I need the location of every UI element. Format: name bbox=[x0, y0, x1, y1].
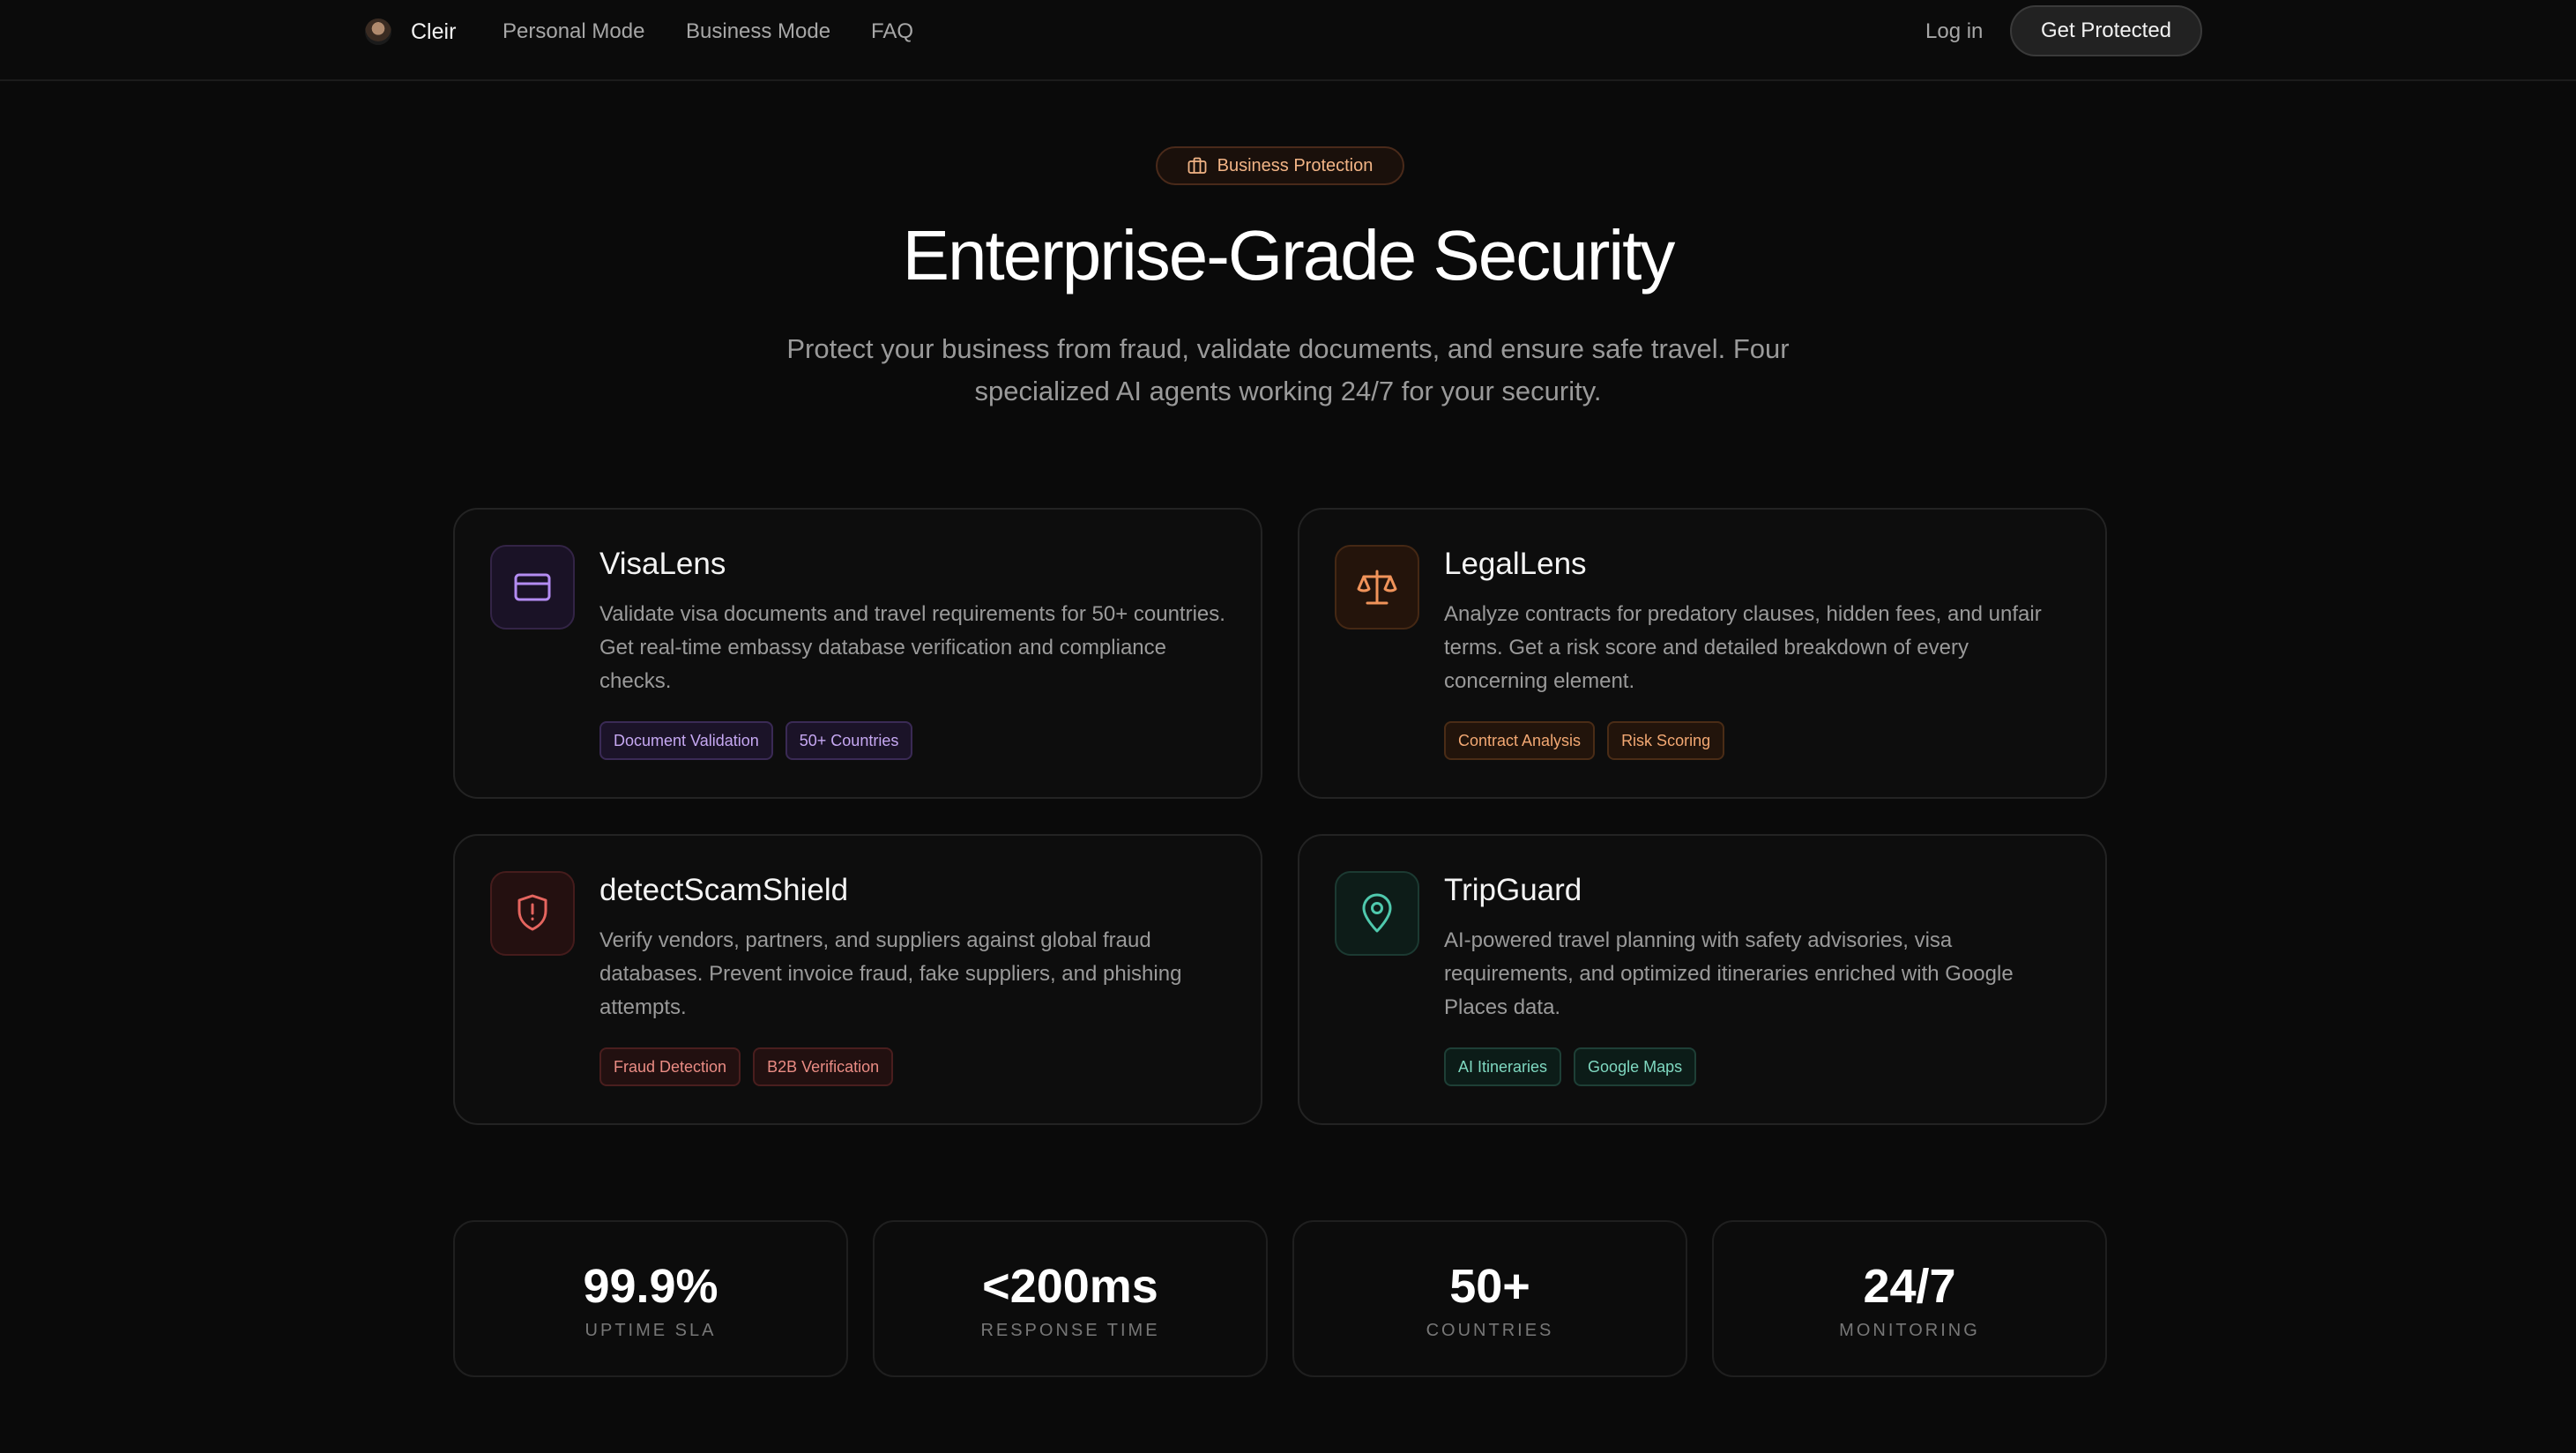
badge-label: Business Protection bbox=[1217, 155, 1374, 175]
credit-card-icon bbox=[514, 573, 551, 601]
card-title: TripGuard bbox=[1444, 873, 1582, 907]
stat-label: UPTIME SLA bbox=[584, 1321, 717, 1340]
brand-avatar bbox=[365, 19, 391, 45]
tag: Document Validation bbox=[599, 721, 773, 760]
briefcase-icon bbox=[1187, 157, 1207, 174]
card-detectscamshield[interactable]: detectScamShield Verify vendors, partner… bbox=[453, 834, 1262, 1125]
get-protected-button[interactable]: Get Protected bbox=[2010, 5, 2202, 56]
card-tags: Contract Analysis Risk Scoring bbox=[1444, 721, 1725, 760]
top-nav: Cleir Personal Mode Business Mode FAQ Lo… bbox=[0, 0, 2576, 81]
card-tripguard[interactable]: TripGuard AI-powered travel planning wit… bbox=[1298, 834, 2107, 1125]
stat-monitoring: 24/7 MONITORING bbox=[1712, 1220, 2107, 1377]
tag: B2B Verification bbox=[753, 1047, 894, 1086]
map-pin-icon bbox=[1362, 893, 1392, 933]
card-tags: Document Validation 50+ Countries bbox=[599, 721, 913, 760]
tag: 50+ Countries bbox=[785, 721, 913, 760]
tag: Fraud Detection bbox=[599, 1047, 741, 1086]
stat-label: COUNTRIES bbox=[1426, 1321, 1554, 1340]
nav-link-business-mode[interactable]: Business Mode bbox=[686, 19, 830, 44]
card-title: VisaLens bbox=[599, 547, 726, 581]
card-description: Analyze contracts for predatory clauses,… bbox=[1444, 602, 2042, 693]
tag: Risk Scoring bbox=[1607, 721, 1725, 760]
login-link[interactable]: Log in bbox=[1925, 19, 1983, 44]
stat-countries: 50+ COUNTRIES bbox=[1292, 1220, 1687, 1377]
tag: Contract Analysis bbox=[1444, 721, 1596, 760]
tag: AI Itineraries bbox=[1444, 1047, 1562, 1086]
stat-value: 50+ bbox=[1449, 1260, 1530, 1313]
tag: Google Maps bbox=[1574, 1047, 1697, 1086]
page-title: Enterprise-Grade Security bbox=[902, 216, 1676, 294]
card-legallens[interactable]: LegalLens Analyze contracts for predator… bbox=[1298, 508, 2107, 799]
brand[interactable]: Cleir bbox=[365, 18, 456, 46]
business-protection-badge: Business Protection bbox=[1156, 146, 1404, 185]
card-title: LegalLens bbox=[1444, 547, 1587, 581]
card-icon-box bbox=[490, 871, 575, 956]
card-description: Verify vendors, partners, and suppliers … bbox=[599, 928, 1182, 1019]
shield-alert-icon bbox=[517, 894, 547, 931]
card-icon-box bbox=[1335, 871, 1419, 956]
page-subtitle: Protect your business from fraud, valida… bbox=[786, 333, 1790, 406]
card-icon-box bbox=[490, 545, 575, 630]
card-icon-box bbox=[1335, 545, 1419, 630]
stat-label: RESPONSE TIME bbox=[980, 1321, 1160, 1340]
card-description: Validate visa documents and travel requi… bbox=[599, 602, 1225, 693]
stat-value: 24/7 bbox=[1863, 1260, 1956, 1313]
card-title: detectScamShield bbox=[599, 873, 849, 907]
stat-value: 99.9% bbox=[583, 1260, 718, 1313]
brand-name: Cleir bbox=[411, 19, 457, 44]
stat-uptime: 99.9% UPTIME SLA bbox=[453, 1220, 848, 1377]
nav-link-personal-mode[interactable]: Personal Mode bbox=[503, 19, 644, 44]
nav-link-faq[interactable]: FAQ bbox=[871, 19, 913, 44]
card-tags: AI Itineraries Google Maps bbox=[1444, 1047, 1697, 1086]
page: Cleir Personal Mode Business Mode FAQ Lo… bbox=[0, 0, 2576, 1453]
stat-value: <200ms bbox=[982, 1260, 1158, 1313]
card-visalens[interactable]: VisaLens Validate visa documents and tra… bbox=[453, 508, 1262, 799]
scales-icon bbox=[1357, 570, 1397, 605]
card-tags: Fraud Detection B2B Verification bbox=[599, 1047, 894, 1086]
stat-label: MONITORING bbox=[1839, 1321, 1980, 1340]
stat-response-time: <200ms RESPONSE TIME bbox=[873, 1220, 1268, 1377]
card-description: AI-powered travel planning with safety a… bbox=[1444, 928, 2014, 1019]
